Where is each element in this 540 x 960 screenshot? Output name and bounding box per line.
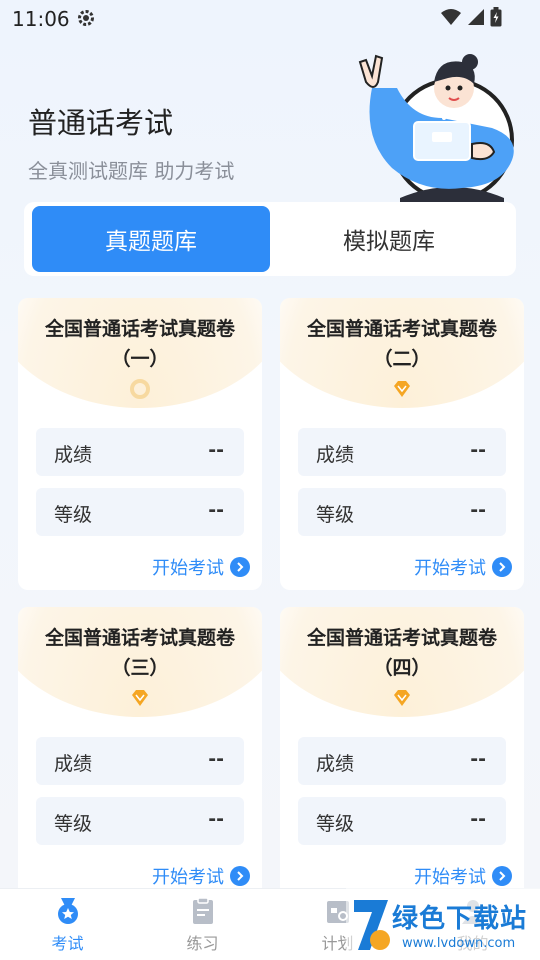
- diamond-icon: [394, 690, 410, 706]
- status-bar: 11:06: [0, 0, 540, 36]
- level-row: 等级 --: [298, 488, 506, 536]
- score-row: 成绩 --: [298, 428, 506, 476]
- clipboard-icon: [192, 897, 213, 924]
- diamond-icon: [394, 381, 410, 397]
- score-value: --: [208, 748, 224, 770]
- exam-card-title-line1: 全国普通话考试真题卷: [306, 627, 497, 649]
- watermark-text: 绿色下载站: [392, 904, 528, 934]
- diamond-icon: [132, 690, 148, 706]
- exam-card[interactable]: 全国普通话考试真题卷 （二） 成绩 -- 等级 -- 开始考试: [280, 298, 524, 590]
- battery-icon: [490, 7, 502, 27]
- watermark-url: www.lvdown.com: [402, 936, 516, 951]
- start-exam-button[interactable]: 开始考试: [152, 554, 250, 580]
- page-subtitle: 全真测试题库 助力考试: [28, 159, 235, 183]
- exam-card[interactable]: 全国普通话考试真题卷 （三） 成绩 -- 等级 -- 开始考试: [18, 607, 262, 899]
- level-row: 等级 --: [36, 488, 244, 536]
- exam-card-title: 全国普通话考试真题卷 （二）: [280, 314, 524, 374]
- nav-item-exam[interactable]: 考试: [0, 889, 135, 960]
- exam-card[interactable]: 全国普通话考试真题卷 （一） 成绩 -- 等级 -- 开始考试: [18, 298, 262, 590]
- start-exam-button[interactable]: 开始考试: [414, 554, 512, 580]
- score-value: --: [470, 748, 486, 770]
- level-row: 等级 --: [36, 797, 244, 845]
- exam-card-title-line1: 全国普通话考试真题卷: [44, 627, 235, 649]
- tab-real-exams[interactable]: 真题题库: [32, 206, 270, 272]
- level-row: 等级 --: [298, 797, 506, 845]
- ring-icon: [130, 379, 150, 399]
- exam-card-title-line1: 全国普通话考试真题卷: [306, 318, 497, 340]
- score-value: --: [208, 439, 224, 461]
- watermark: 绿色下载站 www.lvdown.com: [346, 888, 540, 960]
- exam-card-title: 全国普通话考试真题卷 （三）: [18, 623, 262, 683]
- exam-card-title-line1: 全国普通话考试真题卷: [44, 318, 235, 340]
- start-exam-label: 开始考试: [414, 558, 486, 579]
- score-label: 成绩: [316, 753, 355, 775]
- score-label: 成绩: [54, 444, 93, 466]
- level-label: 等级: [54, 504, 93, 526]
- status-icons: [440, 7, 502, 27]
- exam-card-title-line2: （四）: [373, 657, 431, 679]
- tab-mock-exams[interactable]: 模拟题库: [270, 206, 508, 272]
- start-exam-button[interactable]: 开始考试: [152, 863, 250, 889]
- score-row: 成绩 --: [36, 428, 244, 476]
- exam-card-title: 全国普通话考试真题卷 （四）: [280, 623, 524, 683]
- status-time: 11:06: [12, 7, 70, 31]
- start-exam-label: 开始考试: [152, 558, 224, 579]
- score-row: 成绩 --: [298, 737, 506, 785]
- exam-card-title-line2: （一）: [111, 348, 169, 370]
- chevron-right-icon: [230, 866, 250, 886]
- score-row: 成绩 --: [36, 737, 244, 785]
- score-label: 成绩: [54, 753, 93, 775]
- start-exam-label: 开始考试: [414, 867, 486, 888]
- signal-icon: [468, 9, 484, 25]
- chevron-right-icon: [230, 557, 250, 577]
- score-label: 成绩: [316, 444, 355, 466]
- nav-label-exam: 考试: [51, 934, 84, 953]
- level-label: 等级: [316, 813, 355, 835]
- level-label: 等级: [316, 504, 355, 526]
- level-value: --: [470, 808, 486, 830]
- level-value: --: [470, 499, 486, 521]
- exam-card[interactable]: 全国普通话考试真题卷 （四） 成绩 -- 等级 -- 开始考试: [280, 607, 524, 899]
- level-label: 等级: [54, 813, 93, 835]
- medal-icon: [57, 898, 78, 924]
- gear-icon: [78, 10, 94, 26]
- exam-card-title-line2: （二）: [373, 348, 431, 370]
- nav-item-practice[interactable]: 练习: [135, 889, 270, 960]
- level-value: --: [208, 499, 224, 521]
- page-title: 普通话考试: [28, 106, 174, 140]
- nav-label-practice: 练习: [186, 934, 219, 953]
- level-value: --: [208, 808, 224, 830]
- chevron-right-icon: [492, 557, 512, 577]
- tab-bar: 真题题库 模拟题库: [24, 202, 516, 276]
- hero-illustration: [358, 54, 514, 208]
- score-value: --: [470, 439, 486, 461]
- chevron-right-icon: [492, 866, 512, 886]
- start-exam-button[interactable]: 开始考试: [414, 863, 512, 889]
- exam-card-title-line2: （三）: [111, 657, 169, 679]
- watermark-logo: [354, 900, 390, 950]
- start-exam-label: 开始考试: [152, 867, 224, 888]
- wifi-icon: [441, 9, 461, 25]
- exam-card-title: 全国普通话考试真题卷 （一）: [18, 314, 262, 374]
